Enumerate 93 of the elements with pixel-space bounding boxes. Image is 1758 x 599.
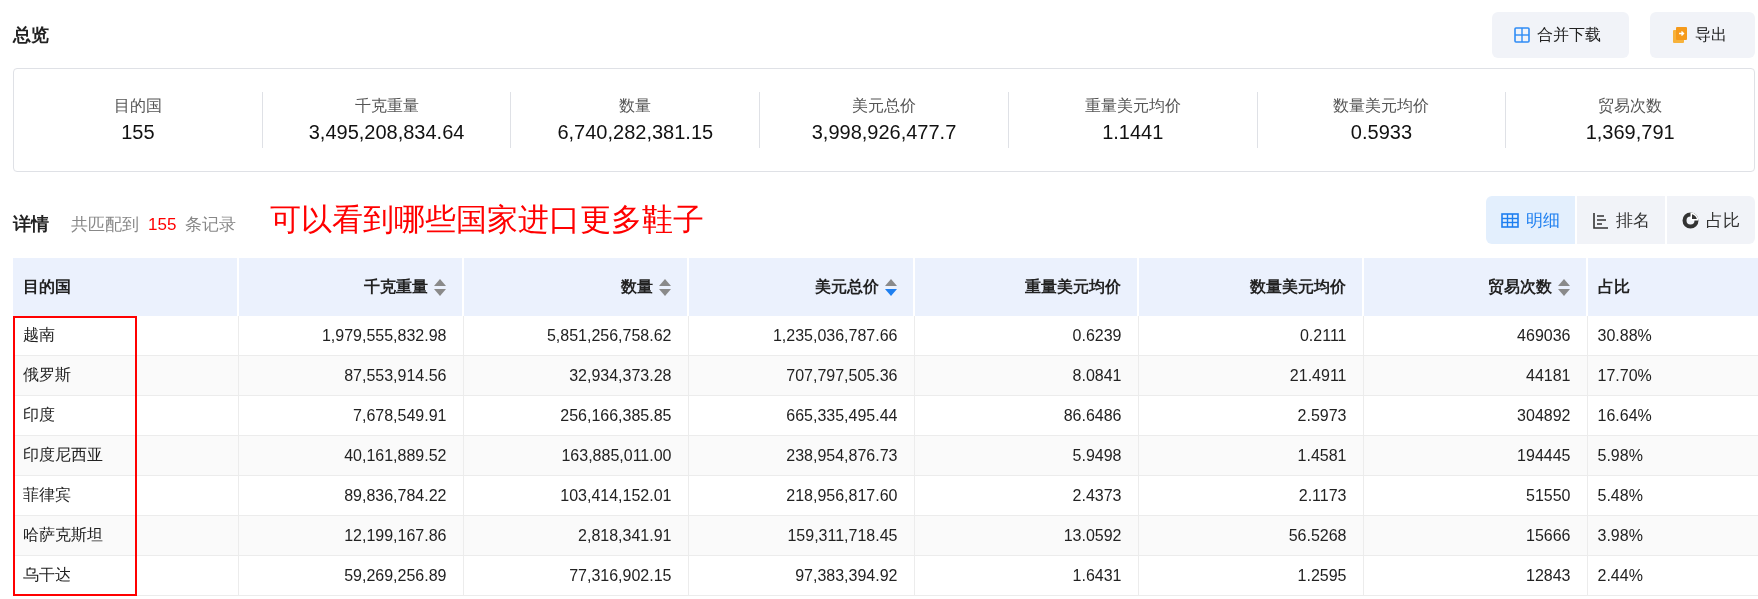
table-cell: 194445: [1363, 435, 1587, 476]
table-cell: 469036: [1363, 316, 1587, 356]
stat-value: 0.5933: [1350, 121, 1413, 144]
table-cell: 印度: [13, 395, 238, 436]
stat-label: 千克重量: [354, 96, 419, 116]
view-tab[interactable]: 占比: [1667, 196, 1755, 244]
table-cell: 5,851,256,758.62: [463, 316, 688, 356]
table-cell: 印度尼西亚: [13, 435, 238, 476]
table-cell: 86.6486: [914, 395, 1138, 436]
bar-list-icon: [1592, 211, 1609, 229]
table-cell: 304892: [1363, 395, 1587, 436]
stat-label: 数量美元均价: [1333, 96, 1430, 116]
stat-label: 数量: [619, 96, 652, 116]
stat-value: 1.1441: [1102, 121, 1164, 144]
table-cell: 163,885,011.00: [463, 435, 688, 476]
table-cell: 2,818,341.91: [463, 515, 688, 556]
table-cell: 40,161,889.52: [238, 435, 463, 476]
table-cell: 97,383,394.92: [688, 555, 914, 596]
document-export-icon: [1672, 27, 1688, 43]
table-cell: 1,979,555,832.98: [238, 316, 463, 356]
stat-value: 155: [121, 121, 155, 144]
table-cell: 16.64%: [1587, 395, 1758, 436]
table-cell: 218,956,817.60: [688, 475, 914, 516]
column-header: 重量美元均价: [914, 258, 1138, 316]
table-cell: 8.0841: [914, 355, 1138, 396]
table-cell: 0.2111: [1138, 316, 1363, 356]
table-cell: 707,797,505.36: [688, 355, 914, 396]
stat-value: 3,495,208,834.64: [308, 121, 465, 144]
table-cell: 3.98%: [1587, 515, 1758, 556]
annotation-text: 可以看到哪些国家进口更多鞋子: [270, 200, 705, 239]
table-cell: 菲律宾: [13, 475, 238, 516]
table-cell: 2.5973: [1138, 395, 1363, 436]
stat-value: 6,740,282,381.15: [557, 121, 714, 144]
table-cell: 665,335,495.44: [688, 395, 914, 436]
table-cell: 2.4373: [914, 475, 1138, 516]
table-cell: 5.9498: [914, 435, 1138, 476]
stat-label: 重量美元均价: [1084, 96, 1181, 116]
column-header: 占比: [1587, 258, 1758, 316]
table-cell: 13.0592: [914, 515, 1138, 556]
table-cell: 1.6431: [914, 555, 1138, 596]
table-cell: 238,954,876.73: [688, 435, 914, 476]
table-cell: 5.98%: [1587, 435, 1758, 476]
table-cell: 12,199,167.86: [238, 515, 463, 556]
table-cell: 哈萨克斯坦: [13, 515, 238, 556]
table-cell: 30.88%: [1587, 316, 1758, 356]
table-cell: 103,414,152.01: [463, 475, 688, 516]
table-cell: 2.44%: [1587, 555, 1758, 596]
table-cell: 256,166,385.85: [463, 395, 688, 436]
table-cell: 1.2595: [1138, 555, 1363, 596]
table-icon: [1501, 211, 1519, 229]
table-cell: 56.5268: [1138, 515, 1363, 556]
table-cell: 44181: [1363, 355, 1587, 396]
match-label: 共匹配到: [71, 214, 139, 236]
table-cell: 21.4911: [1138, 355, 1363, 396]
column-header[interactable]: 贸易次数: [1363, 258, 1587, 316]
column-header: 目的国: [13, 258, 238, 316]
table-cell: 15666: [1363, 515, 1587, 556]
table-cell: 5.48%: [1587, 475, 1758, 516]
section-title: 总览: [13, 24, 49, 47]
match-count: 155: [148, 215, 177, 235]
stat-value: 3,998,926,477.7: [811, 121, 957, 144]
stat-label: 美元总价: [852, 96, 916, 116]
table-cell: 俄罗斯: [13, 355, 238, 396]
table-cell: 77,316,902.15: [463, 555, 688, 596]
section-title: 详情: [13, 213, 49, 236]
column-header[interactable]: 数量: [463, 258, 688, 316]
stat-value: 1,369,791: [1585, 121, 1675, 144]
view-tab[interactable]: 排名: [1577, 196, 1665, 244]
export-button[interactable]: 导出: [1650, 12, 1755, 58]
table-cell: 1.4581: [1138, 435, 1363, 476]
table-cell: 17.70%: [1587, 355, 1758, 396]
table-cell: 87,553,914.56: [238, 355, 463, 396]
table-cell: 12843: [1363, 555, 1587, 596]
table-cell: 51550: [1363, 475, 1587, 516]
view-tab[interactable]: 明细: [1486, 196, 1575, 244]
table-cell: 7,678,549.91: [238, 395, 463, 436]
table-cell: 159,311,718.45: [688, 515, 914, 556]
stat-label: 目的国: [113, 96, 162, 116]
table-cell: 59,269,256.89: [238, 555, 463, 596]
table-cell: 2.1173: [1138, 475, 1363, 516]
match-label: 条记录: [185, 214, 237, 236]
stat-label: 贸易次数: [1598, 96, 1663, 116]
column-header[interactable]: 美元总价: [688, 258, 914, 316]
column-header[interactable]: 千克重量: [238, 258, 463, 316]
table-cell: 0.6239: [914, 316, 1138, 356]
table-cell: 乌干达: [13, 555, 238, 596]
column-header: 数量美元均价: [1138, 258, 1363, 316]
grid-icon: [1514, 27, 1530, 43]
table-cell: 32,934,373.28: [463, 355, 688, 396]
merge-download-button[interactable]: 合并下载: [1492, 12, 1629, 58]
donut-chart-icon: [1682, 211, 1699, 229]
table-cell: 89,836,784.22: [238, 475, 463, 516]
table-cell: 1,235,036,787.66: [688, 316, 914, 356]
